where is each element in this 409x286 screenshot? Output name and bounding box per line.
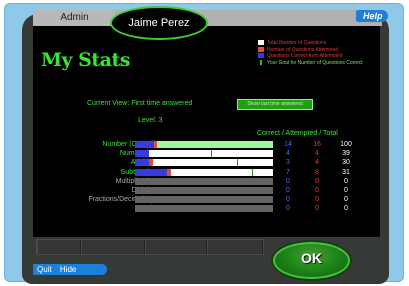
- correct-fill: [135, 150, 149, 158]
- stats-row: Multiplication:000: [40, 177, 380, 186]
- total-count: 31: [342, 168, 350, 176]
- attempted-count: 4: [315, 159, 319, 167]
- ok-button[interactable]: OK: [273, 242, 350, 279]
- correct-count: 0: [286, 196, 290, 204]
- bottom-slot: [146, 240, 207, 254]
- correct-count: 4: [286, 150, 290, 158]
- attempted-count: 16: [313, 141, 321, 148]
- student-name: Jaime Perez: [110, 6, 208, 40]
- total-count: 0: [344, 177, 348, 185]
- total-count: 100: [340, 141, 352, 148]
- attempted-count: 0: [315, 205, 319, 213]
- attempted-count: 8: [315, 168, 319, 176]
- hide-button[interactable]: Hide: [60, 265, 76, 274]
- bottom-slot: [38, 240, 81, 254]
- stats-row: Division:000: [40, 186, 380, 195]
- bottom-slot: [208, 240, 263, 254]
- help-button[interactable]: Help: [356, 10, 388, 22]
- progress-bar: [135, 168, 273, 176]
- total-count: 39: [342, 150, 350, 158]
- goal-marker: [252, 168, 253, 176]
- total-count: 30: [342, 159, 350, 167]
- correct-count: 0: [286, 177, 290, 185]
- show-last-time-button[interactable]: Show last time answered: [237, 99, 313, 110]
- bottom-slot: [82, 240, 145, 254]
- current-view-label: Current View: First time answered: [87, 100, 193, 107]
- correct-count: 7: [286, 168, 290, 176]
- total-count: 0: [344, 205, 348, 213]
- correct-count: 3: [286, 159, 290, 167]
- admin-tab[interactable]: Admin: [33, 10, 116, 26]
- correct-fill: [135, 141, 154, 148]
- correct-count: 0: [286, 205, 290, 213]
- progress-bar: [135, 177, 273, 185]
- stats-row: Subtraction:7831: [40, 168, 380, 177]
- stats-row: Fractions/Decimals/%: 0 0 0: [40, 195, 380, 204]
- stats-row: Numeration:4439: [40, 149, 380, 158]
- legend-swatch: [258, 46, 264, 52]
- correct-fill: [135, 159, 149, 167]
- legend-item: Your Goal for Number of Questions Correc…: [258, 60, 363, 67]
- attempted-count: 4: [315, 150, 319, 158]
- total-count: 0: [344, 196, 348, 204]
- stats-row: Number (Overall): 14 16 100: [40, 140, 380, 149]
- goal-marker: [211, 150, 212, 158]
- stats-row: Ratio:000: [40, 204, 380, 213]
- progress-bar: [135, 141, 273, 148]
- progress-bar: [135, 205, 273, 213]
- bottom-panel: [36, 239, 264, 255]
- progress-bar: [135, 150, 273, 158]
- goal-marker: [237, 159, 238, 167]
- correct-count: 0: [286, 187, 290, 194]
- level-label: Level: 3: [138, 117, 163, 124]
- quit-hide-bar: Quit Hide: [33, 264, 107, 275]
- columns-header: Correct / Attempted / Total: [257, 130, 338, 137]
- ok-label: OK: [301, 250, 322, 266]
- progress-bar: [135, 196, 273, 204]
- progress-bar: [135, 159, 273, 167]
- correct-fill: [135, 168, 167, 176]
- quit-button[interactable]: Quit: [37, 265, 52, 274]
- total-fill: [135, 150, 273, 158]
- legend-label: Total Number of Questions: [267, 40, 327, 46]
- attempted-count: 0: [315, 196, 319, 204]
- legend-swatch: [260, 59, 262, 65]
- legend: Total Number of Questions Number of Quest…: [258, 40, 363, 66]
- attempted-count: 0: [315, 177, 319, 185]
- stats-row: Addition:3430: [40, 158, 380, 167]
- legend-label: Your Goal for Number of Questions Correc…: [267, 59, 363, 66]
- total-fill: [135, 159, 273, 167]
- legend-swatch: [258, 53, 264, 59]
- progress-bar: [135, 187, 273, 194]
- legend-label: Number of Questions Attempted: [267, 46, 339, 53]
- page-title: My Stats: [41, 49, 130, 71]
- total-count: 0: [344, 187, 348, 194]
- correct-count: 14: [284, 141, 292, 148]
- legend-label: Questions Correct from Attempted: [267, 53, 343, 59]
- attempted-count: 0: [315, 187, 319, 194]
- legend-swatch: [258, 40, 264, 46]
